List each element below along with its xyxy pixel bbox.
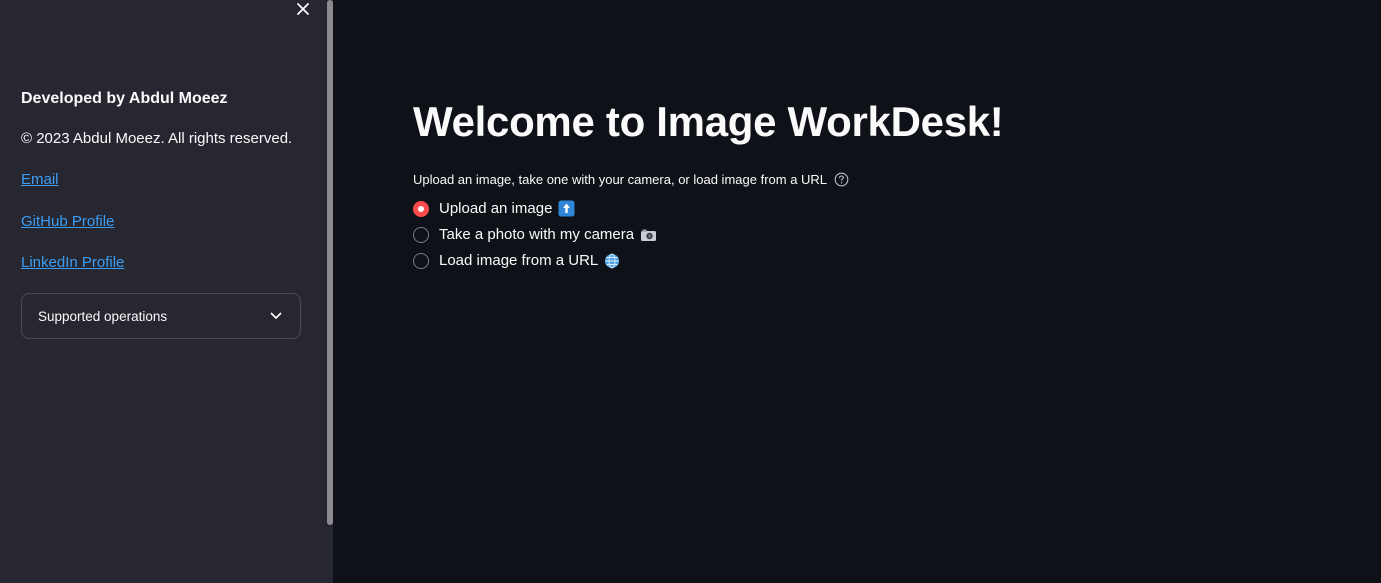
github-profile-link[interactable]: GitHub Profile: [21, 213, 114, 230]
radio-button[interactable]: [413, 252, 429, 269]
radio-option-label: Load image from a URL: [439, 252, 599, 269]
sidebar: Developed by Abdul Moeez © 2023 Abdul Mo…: [0, 0, 333, 583]
linkedin-profile-link[interactable]: LinkedIn Profile: [21, 254, 124, 271]
chevron-down-icon: [270, 312, 282, 319]
close-icon: [297, 3, 309, 15]
radio-button[interactable]: [413, 226, 429, 243]
globe-emoji-icon: [604, 253, 620, 269]
app-window: Developed by Abdul Moeez © 2023 Abdul Mo…: [0, 0, 1381, 583]
sidebar-heading: Developed by Abdul Moeez: [21, 90, 228, 107]
radio-option-label: Take a photo with my camera: [439, 226, 635, 243]
radio-option-camera[interactable]: Take a photo with my camera: [413, 226, 657, 243]
email-link[interactable]: Email: [21, 171, 59, 188]
supported-operations-expander[interactable]: Supported operations: [21, 293, 301, 339]
radio-button-selected[interactable]: [413, 200, 429, 217]
up-arrow-emoji-icon: [558, 200, 575, 217]
main-content: Welcome to Image WorkDesk! Upload an ima…: [333, 0, 1381, 583]
help-icon[interactable]: [834, 172, 849, 187]
radio-group-label: Upload an image, take one with your came…: [413, 172, 828, 187]
radio-option-upload[interactable]: Upload an image: [413, 200, 575, 217]
page-title: Welcome to Image WorkDesk!: [413, 98, 1004, 145]
expander-label: Supported operations: [38, 308, 168, 324]
copyright-text: © 2023 Abdul Moeez. All rights reserved.: [21, 130, 293, 147]
radio-option-url[interactable]: Load image from a URL: [413, 252, 620, 269]
radio-option-label: Upload an image: [439, 200, 553, 217]
radio-group-label-row: Upload an image, take one with your came…: [413, 172, 849, 187]
close-sidebar-button[interactable]: [293, 0, 313, 18]
camera-emoji-icon: [640, 228, 657, 242]
